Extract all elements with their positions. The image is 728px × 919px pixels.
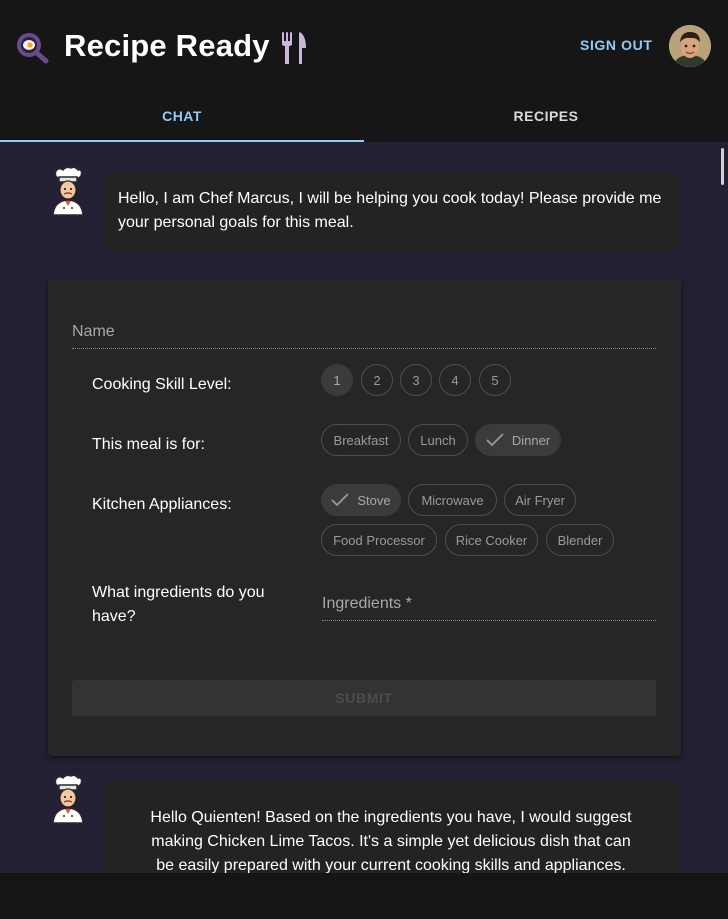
scrollbar-thumb[interactable] [721, 148, 724, 185]
chip-label: Rice Cooker [455, 532, 528, 548]
skill-level-chip-1[interactable]: 1 [321, 364, 353, 396]
appliance-chip-food-processor[interactable]: Food Processor [321, 524, 437, 556]
chat-message-text: Hello, I am Chef Marcus, I will be helpi… [118, 190, 662, 231]
fork-knife-icon [282, 32, 306, 64]
magnifier-egg-icon [17, 33, 49, 64]
appliance-chip-microwave[interactable]: Microwave [408, 484, 497, 516]
ingredients-field[interactable]: Ingredients * [322, 595, 656, 621]
chip-label: 3 [412, 372, 420, 388]
skill-level-chip-2[interactable]: 2 [361, 364, 393, 396]
chip-label: Lunch [420, 432, 456, 448]
appliance-chip-air-fryer[interactable]: Air Fryer [504, 484, 576, 516]
check-icon [486, 433, 504, 447]
chip-label: Dinner [511, 432, 551, 448]
meal-chip-dinner[interactable]: Dinner [475, 424, 561, 456]
chip-label: Stove [357, 492, 391, 508]
app-title: Recipe Ready [64, 28, 270, 63]
sign-out-button[interactable]: SIGN OUT [580, 37, 652, 53]
chip-label: Breakfast [333, 432, 389, 448]
meal-preferences-form: Name Cooking Skill Level: 1 2 3 4 5 This… [48, 279, 681, 756]
tab-chat[interactable]: CHAT [0, 90, 364, 142]
skill-level-chip-4[interactable]: 4 [439, 364, 471, 396]
chip-label: 1 [333, 372, 341, 388]
tab-recipes[interactable]: RECIPES [364, 90, 728, 142]
bottom-bar [0, 873, 728, 919]
chip-label: Blender [557, 532, 603, 548]
tab-bar: CHAT RECIPES [0, 90, 728, 142]
chat-message-text: Hello Quienten! Based on the ingredients… [150, 809, 632, 874]
meal-type-label: This meal is for: [92, 436, 205, 453]
ingredients-label: What ingredients do you have? [92, 584, 265, 625]
chef-icon [52, 774, 84, 824]
chip-label: 2 [373, 372, 381, 388]
ingredients-placeholder: Ingredients * [322, 595, 412, 612]
skill-level-label: Cooking Skill Level: [92, 376, 232, 393]
skill-level-chip-5[interactable]: 5 [479, 364, 511, 396]
appliances-label: Kitchen Appliances: [92, 496, 232, 513]
app-header: Recipe Ready SIGN OUT [0, 0, 728, 90]
chip-label: Microwave [421, 492, 484, 508]
submit-button[interactable]: SUBMIT [72, 680, 656, 716]
chip-label: Air Fryer [515, 492, 565, 508]
name-field[interactable]: Name [72, 323, 656, 349]
chip-label: 4 [451, 372, 459, 388]
chef-icon [52, 166, 84, 216]
name-placeholder: Name [72, 323, 115, 340]
appliance-chip-rice-cooker[interactable]: Rice Cooker [445, 524, 538, 556]
appliance-chip-stove[interactable]: Stove [321, 484, 401, 516]
appliance-chip-blender[interactable]: Blender [546, 524, 614, 556]
check-icon [331, 493, 350, 507]
chat-message-bubble: Hello, I am Chef Marcus, I will be helpi… [102, 172, 680, 252]
meal-chip-breakfast[interactable]: Breakfast [321, 424, 401, 456]
avatar-image [669, 25, 711, 67]
chip-label: 5 [491, 372, 499, 388]
skill-level-chip-3[interactable]: 3 [400, 364, 432, 396]
user-avatar[interactable] [669, 25, 711, 67]
chip-label: Food Processor [333, 532, 425, 548]
meal-chip-lunch[interactable]: Lunch [408, 424, 468, 456]
